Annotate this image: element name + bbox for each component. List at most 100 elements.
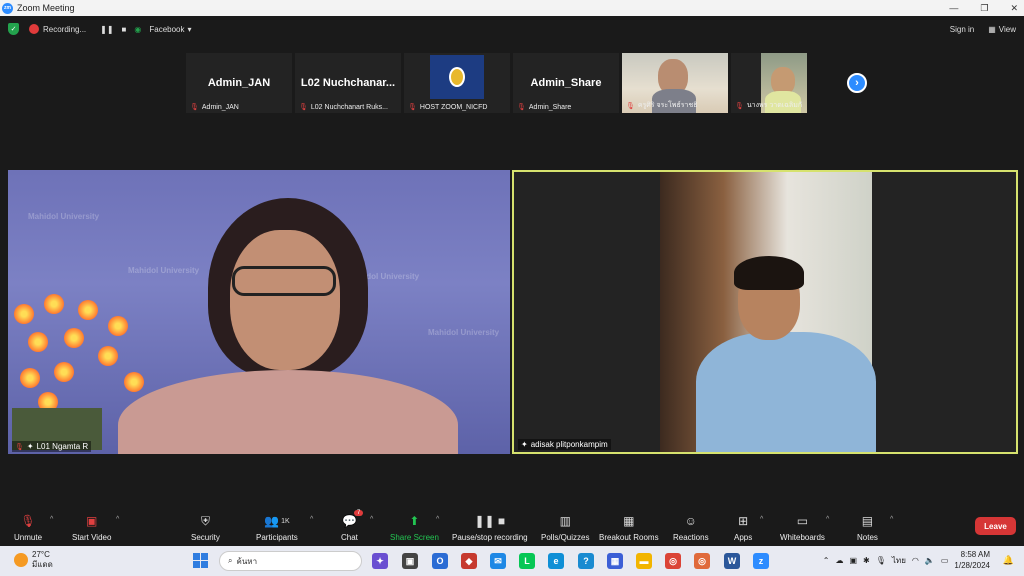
participants-button[interactable]: 👥 1K Participants [256,512,298,542]
chrome-icon[interactable]: ◎ [665,553,681,569]
watermark-text: Mahidol University [28,212,100,221]
pause-recording-icon[interactable]: ❚❚ [100,25,113,34]
zoom-taskbar-icon[interactable]: z [753,553,769,569]
pause-stop-recording-button[interactable]: ❚❚ ■ Pause/stop recording [452,512,528,542]
search-placeholder: ค้นหา [236,556,258,566]
share-screen-icon: ⬆ [409,514,420,528]
security-button[interactable]: ⛨ Security [191,512,220,543]
chrome-profile-icon[interactable]: ◎ [694,553,710,569]
meeting-toolbar: 🎙 Unmute ^ ▣ Start Video ^ ⛨ Security 👥 1… [0,506,1024,546]
participant-name-label: ✦ adisak plitponkampim [518,439,611,450]
pin-icon: ✦ [521,440,528,449]
system-tray: ⌃ ☁ ▣ ✱ 🎙 ไทย ◠ 🔈 ▭ 8:58 AM 1/28/2024 [823,549,990,571]
shield-icon: ⛨ [200,513,210,528]
store-icon[interactable]: ▦ [607,553,623,569]
line-icon[interactable]: L [519,553,535,569]
participant-display-name: Admin_Share [530,77,602,89]
participant-body [696,332,876,452]
outlook-icon[interactable]: O [432,553,448,569]
help-icon[interactable]: ? [578,553,594,569]
bluetooth-icon[interactable]: ✱ [863,556,870,565]
zoom-logo-icon: zm [2,2,13,14]
next-page-button[interactable]: › [847,73,867,93]
facebook-live-dropdown[interactable]: Facebook ▾ [149,25,191,34]
breakout-rooms-button[interactable]: ▦ Breakout Rooms [599,512,659,542]
wifi-icon[interactable]: ◠ [912,556,919,565]
notes-button[interactable]: ▤ Notes [857,512,878,542]
mic-muted-icon: 🎙 [15,443,24,451]
mic-muted-icon: 🎙 [299,104,308,111]
edge-icon[interactable]: e [548,553,564,569]
cloud-icon[interactable]: ☁ [835,556,843,565]
whiteboards-button[interactable]: ▭ Whiteboards [780,512,825,542]
participants-count: 1K [281,517,290,525]
close-button[interactable]: ✕ [1010,0,1018,16]
weather-widget[interactable]: 27°C มีแดด [14,550,53,570]
view-label: View [998,24,1016,34]
window-title: Zoom Meeting [17,3,75,13]
participants-icon: 👥 1K [264,514,290,528]
task-view-icon[interactable]: ▣ [402,553,418,569]
participant-tile[interactable]: Admin_JAN 🎙 Admin_JAN [186,53,292,113]
clock[interactable]: 8:58 AM 1/28/2024 [954,549,990,571]
notification-bell-icon[interactable]: 🔔 [1003,555,1014,566]
meeting-topbar: ✓ Recording... ❚❚ ■ ◉ Facebook ▾ Sign in… [0,16,1024,42]
chevron-up-icon[interactable]: ^ [50,516,53,523]
active-speaker-video-tile[interactable]: ✦ adisak plitponkampim [512,170,1018,454]
security-tray-icon[interactable]: ▣ [849,556,857,565]
volume-icon[interactable]: 🔈 [925,556,935,565]
security-shield-icon[interactable]: ✓ [8,23,19,35]
file-explorer-icon[interactable]: ▬ [636,553,652,569]
battery-icon[interactable]: ▭ [941,556,949,565]
temperature: 27°C [32,550,50,559]
participant-name: ครูศิริ จระโพธ์ราชธิ [637,102,698,109]
chevron-up-icon[interactable]: ^ [370,516,373,523]
participant-tile[interactable]: Admin_Share 🎙 Admin_Share [513,53,619,113]
start-video-label: Start Video [72,533,112,542]
mic-muted-icon: 🎙 [735,102,744,110]
unmute-button[interactable]: 🎙 Unmute [14,512,42,542]
language-indicator[interactable]: ไทย [892,554,906,567]
participant-tile[interactable]: 🎙 ครูศิริ จระโพธ์ราชธิ [622,53,728,113]
view-button[interactable]: ▦ View [988,25,1016,34]
windows-start-button[interactable] [193,553,208,568]
participant-hair [734,256,804,290]
mail-icon[interactable]: ✉ [490,553,506,569]
sun-icon [14,553,28,567]
reactions-button[interactable]: ☺ Reactions [673,512,709,542]
participant-tile[interactable]: L02 Nuchchanar... 🎙 L02 Nuchchanart Ruks.… [295,53,401,113]
mic-tray-icon[interactable]: 🎙 [876,556,886,565]
whiteboards-label: Whiteboards [780,533,825,542]
maximize-button[interactable]: ❐ [980,0,988,16]
participant-tile[interactable]: 🎙 HOST ZOOM_NICFD [404,53,510,113]
recording-dot-icon [29,24,39,34]
apps-icon: ⊞ [738,514,749,528]
copilot-icon[interactable]: ✦ [372,553,388,569]
minimize-button[interactable]: — [949,0,958,16]
sign-in-link[interactable]: Sign in [950,25,974,34]
taskbar-search-box[interactable]: ⌕ ค้นหา [219,551,362,571]
chevron-up-icon[interactable]: ^ [116,516,119,523]
whiteboard-icon: ▭ [796,514,809,528]
main-video-tile[interactable]: Mahidol University Mahidol University Ma… [8,170,510,454]
participant-name: Admin_JAN [201,103,239,111]
start-video-button[interactable]: ▣ Start Video [72,512,111,542]
chevron-up-icon[interactable]: ^ [890,516,893,523]
chevron-up-icon[interactable]: ^ [436,516,439,523]
leave-button[interactable]: Leave [975,517,1016,535]
participant-tile[interactable]: 🎙 นางพร วาดเฉลิมกั [731,53,807,113]
apps-button[interactable]: ⊞ Apps [734,512,752,542]
chevron-up-icon[interactable]: ^ [310,516,313,523]
chevron-up-icon[interactable]: ^ [760,516,763,523]
chevron-up-icon[interactable]: ⌃ [823,556,830,565]
participant-name: L01 Ngamta R [36,442,89,451]
app-icon[interactable]: ◆ [461,553,477,569]
participant-face [230,230,340,370]
stop-recording-icon[interactable]: ■ [122,25,127,34]
chevron-up-icon[interactable]: ^ [826,516,829,523]
share-screen-button[interactable]: ⬆ Share Screen [390,512,439,542]
chat-button[interactable]: 💬 Chat [341,512,358,542]
word-icon[interactable]: W [724,553,740,569]
participants-label: Participants [256,533,298,542]
polls-button[interactable]: ▥ Polls/Quizzes [541,512,589,542]
